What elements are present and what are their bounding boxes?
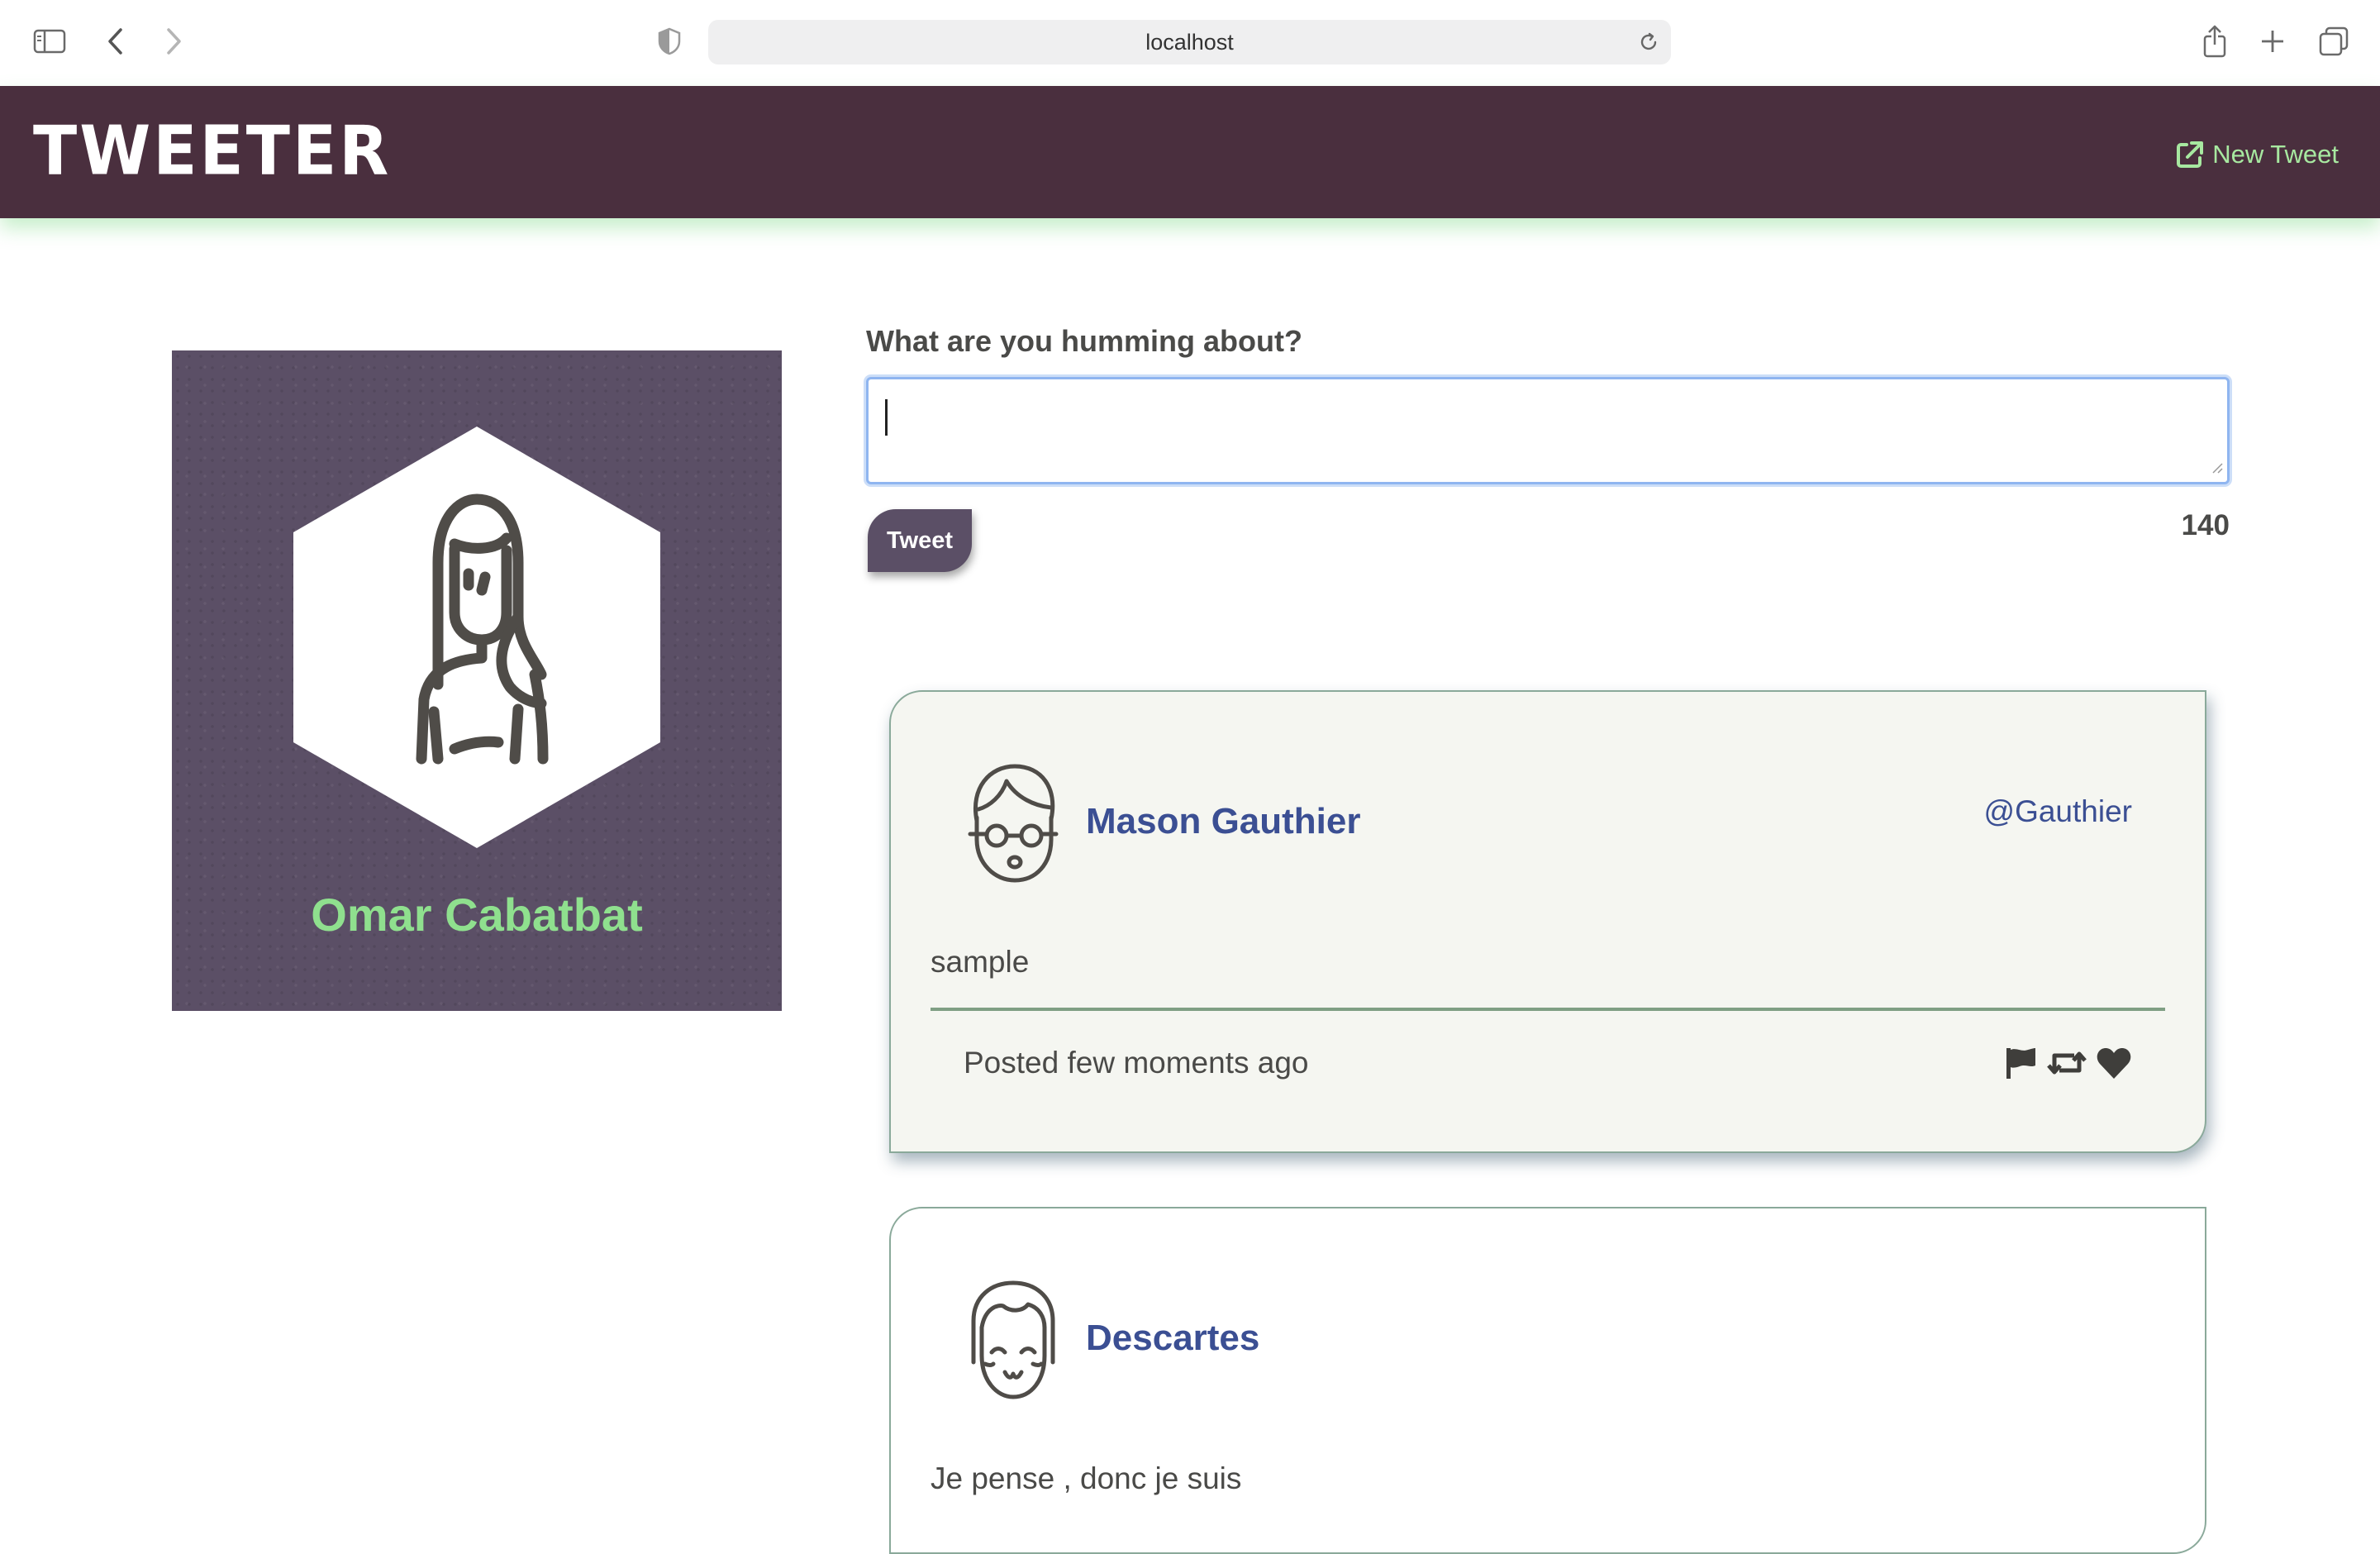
- new-tweet-button[interactable]: New Tweet: [2176, 134, 2339, 175]
- tweet-text: Je pense , donc je suis: [931, 1461, 1242, 1495]
- profile-card: Omar Cabatbat: [172, 350, 782, 1011]
- tweet-author-handle[interactable]: @Gauthier: [1984, 794, 2132, 829]
- back-icon[interactable]: [96, 21, 136, 61]
- browser-toolbar: localhost: [0, 0, 2380, 87]
- address-bar[interactable]: localhost: [708, 20, 1671, 64]
- tweet-avatar: [965, 763, 1061, 884]
- tweet-author-name[interactable]: Descartes: [1086, 1318, 1259, 1359]
- privacy-shield-icon[interactable]: [650, 21, 689, 61]
- tweet-avatar-icon: [968, 764, 1059, 883]
- tweet-text: sample: [931, 945, 1030, 979]
- tweet-author-name[interactable]: Mason Gauthier: [1086, 801, 1361, 842]
- compose-label: What are you humming about?: [866, 324, 1302, 358]
- brand-logo[interactable]: TWEETER: [33, 114, 391, 188]
- app-header: TWEETER New Tweet: [0, 86, 2380, 218]
- sidebar-toggle-icon[interactable]: [30, 21, 69, 61]
- profile-avatar: [293, 427, 660, 848]
- flag-icon[interactable]: [2003, 1046, 2038, 1080]
- external-link-icon: [2177, 141, 2204, 168]
- tweet-card: Descartes Je pense , donc je suis: [889, 1207, 2206, 1554]
- resize-grip-icon[interactable]: [2211, 461, 2224, 479]
- retweet-icon[interactable]: [2046, 1046, 2087, 1080]
- new-tab-icon[interactable]: [2253, 21, 2292, 61]
- url-text: localhost: [1145, 30, 1234, 55]
- tweet-divider: [931, 1008, 2165, 1011]
- reload-icon[interactable]: [1635, 28, 1663, 56]
- tweet-avatar-icon: [971, 1280, 1055, 1399]
- new-tweet-label: New Tweet: [2212, 140, 2339, 169]
- profile-name: Omar Cabatbat: [311, 889, 643, 941]
- tab-overview-icon[interactable]: [2314, 21, 2354, 61]
- tweet-card: Mason Gauthier @Gauthier sample Posted f…: [889, 690, 2206, 1153]
- char-counter: 140: [2181, 509, 2230, 541]
- share-icon[interactable]: [2195, 21, 2235, 61]
- tweet-submit-button[interactable]: Tweet: [868, 509, 972, 572]
- tweet-textarea[interactable]: [866, 377, 2230, 484]
- tweet-actions: [2003, 1046, 2132, 1080]
- tweet-timestamp: Posted few moments ago: [964, 1046, 1309, 1080]
- forward-icon[interactable]: [154, 21, 193, 61]
- tweet-avatar: [965, 1280, 1061, 1400]
- text-caret: [885, 399, 888, 436]
- like-heart-icon[interactable]: [2096, 1046, 2132, 1080]
- profile-avatar-icon: [293, 427, 660, 848]
